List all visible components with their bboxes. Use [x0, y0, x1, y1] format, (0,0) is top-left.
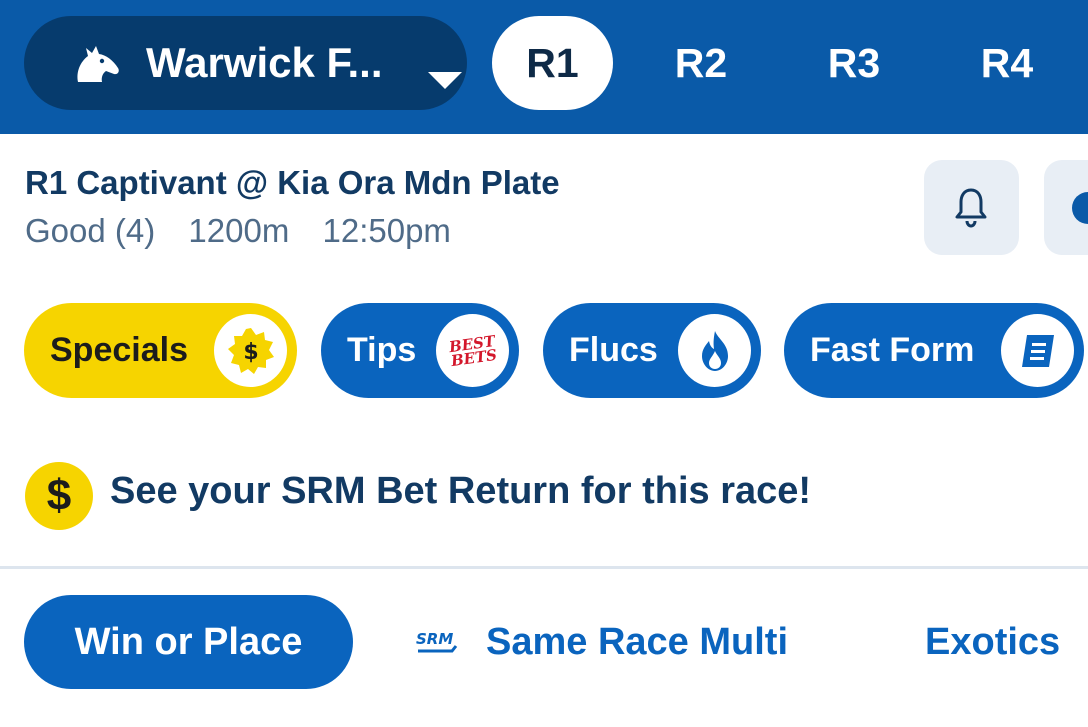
chip-specials[interactable]: Specials $	[24, 303, 297, 398]
tab-r4[interactable]: R4	[946, 16, 1068, 110]
chip-label: Flucs	[569, 331, 658, 369]
tab-r3[interactable]: R3	[793, 16, 915, 110]
tab-same-race-multi[interactable]: Same Race Multi	[486, 595, 788, 689]
tab-win-or-place[interactable]: Win or Place	[24, 595, 353, 689]
watch-button[interactable]	[1044, 160, 1088, 255]
chip-label: Specials	[50, 331, 188, 369]
dollar-return-icon: $	[25, 462, 93, 530]
chip-flucs[interactable]: Flucs	[543, 303, 761, 398]
tab-exotics[interactable]: Exotics	[925, 595, 1060, 689]
form-sheet-icon	[1001, 314, 1074, 387]
race-distance: 1200m	[188, 212, 290, 249]
venue-name: Warwick F...	[146, 39, 383, 86]
divider	[0, 566, 1088, 569]
best-bets-icon: BEST BETS	[436, 314, 509, 387]
track-condition: Good (4)	[25, 212, 156, 249]
play-icon	[1072, 192, 1088, 224]
tab-r2[interactable]: R2	[640, 16, 762, 110]
srm-logo-icon: SRM	[414, 624, 458, 660]
venue-selector[interactable]: Warwick F...	[24, 16, 467, 110]
chevron-down-icon	[428, 72, 462, 89]
race-meta: Good (4) 1200m 12:50pm	[25, 212, 475, 250]
horse-head-icon	[77, 46, 119, 82]
notify-button[interactable]	[924, 160, 1019, 255]
tab-r1[interactable]: R1	[492, 16, 613, 110]
svg-text:$: $	[243, 340, 258, 365]
dollar-badge-icon: $	[214, 314, 287, 387]
chip-label: Tips	[347, 331, 417, 369]
race-nav-bar: Warwick F... R1 R2 R3 R4	[0, 0, 1088, 134]
svg-text:SRM: SRM	[416, 630, 453, 648]
race-time: 12:50pm	[322, 212, 451, 249]
flame-icon	[678, 314, 751, 387]
chip-fast-form[interactable]: Fast Form	[784, 303, 1084, 398]
chip-label: Fast Form	[810, 331, 975, 369]
srm-promo-link[interactable]: See your SRM Bet Return for this race!	[110, 470, 811, 513]
race-title: R1 Captivant @ Kia Ora Mdn Plate	[25, 164, 560, 201]
chip-tips[interactable]: Tips BEST BETS	[321, 303, 519, 398]
bell-icon	[955, 188, 987, 228]
